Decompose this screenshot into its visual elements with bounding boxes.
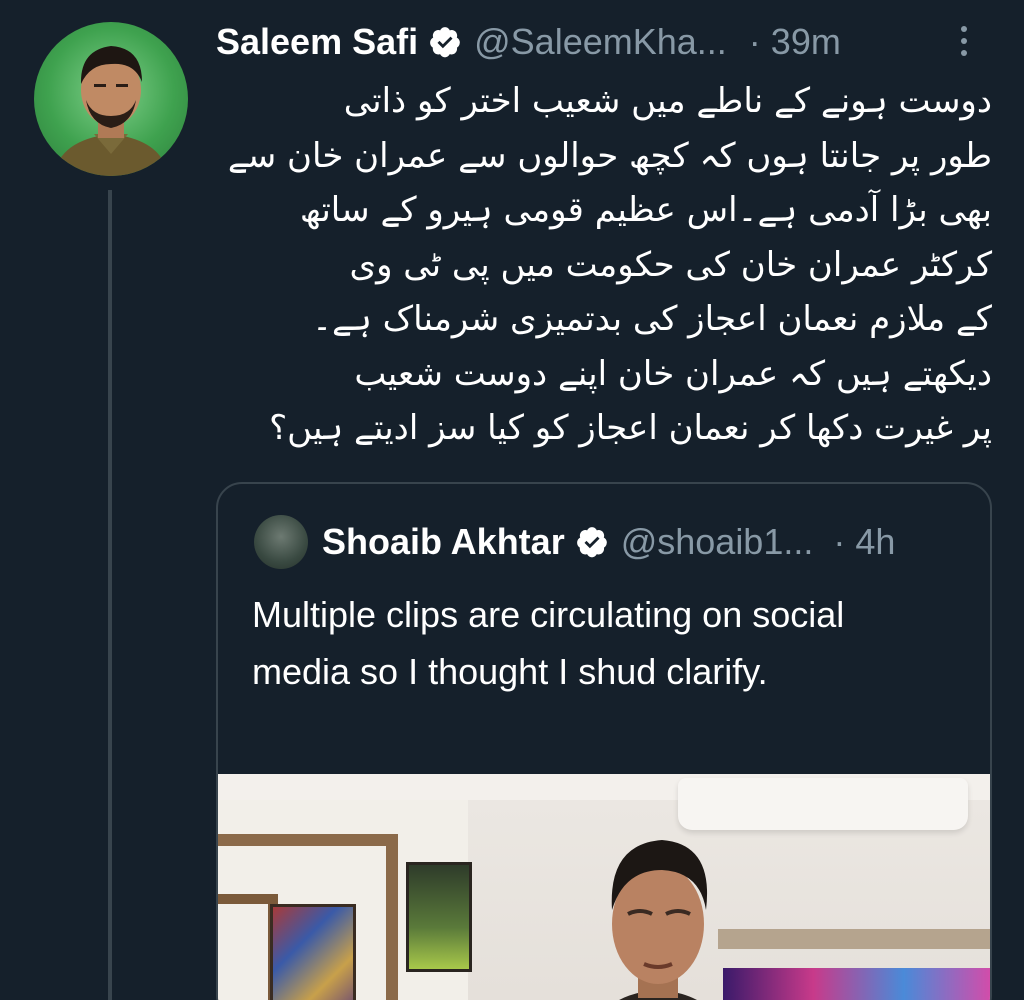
media-door-frame <box>218 894 278 1000</box>
media-wall-picture <box>270 904 356 1000</box>
video-thumbnail[interactable] <box>218 774 990 1000</box>
quoted-tweet-timestamp: 4h <box>855 521 896 562</box>
author-name[interactable]: Saleem Safi <box>216 21 418 63</box>
tweet-body-line: پر غیرت دکھا کر نعمان اعجاز کو کیا سز اد… <box>269 408 992 448</box>
verified-badge-icon <box>576 527 607 558</box>
tweet-body-line: کرکٹر عمران خان کی حکومت میں پی ٹی وی <box>349 244 992 285</box>
quoted-author-avatar <box>254 515 308 569</box>
author-handle[interactable]: @SaleemKha... <box>474 21 727 63</box>
tweet-body-line: دیکھتے ہیں کہ عمران خان اپنے دوست شعیب <box>354 353 992 394</box>
tweet-body-line: بھی بڑا آدمی ہے۔اس عظیم قومی ہیرو کے سات… <box>299 190 992 230</box>
time-separator: · <box>748 21 761 62</box>
quoted-author-name: Shoaib Akhtar <box>322 521 565 562</box>
quoted-tweet-text: Multiple clips are circulating on social… <box>252 594 845 692</box>
author-avatar[interactable] <box>34 22 188 176</box>
tweet-body: دوست ہونے کے ناطے میں شعیب اختر کو ذاتی … <box>227 74 992 456</box>
time-separator: · <box>833 521 846 562</box>
media-tv-screen <box>723 968 990 1000</box>
media-person <box>611 840 708 1000</box>
tweet-timestamp[interactable]: 39m <box>771 21 841 63</box>
quoted-author-handle: @shoaib1... <box>620 521 814 562</box>
media-shelf <box>718 929 990 949</box>
thread-line <box>108 190 112 1000</box>
verified-badge-icon <box>430 27 460 58</box>
tweet-body-line: کے ملازم نعمان اعجاز کی بدتمیزی شرمناک ہ… <box>312 299 992 339</box>
quoted-tweet-header: Shoaib Akhtar @shoaib1... · 4h <box>254 512 970 572</box>
media-poster <box>406 862 472 972</box>
tweet-body-line: دوست ہونے کے ناطے میں شعیب اختر کو ذاتی <box>343 81 992 121</box>
tweet-header: Saleem Safi @SaleemKha... · 39m <box>216 14 984 70</box>
quoted-tweet[interactable]: Shoaib Akhtar @shoaib1... · 4h Multiple … <box>216 482 992 1000</box>
tweet[interactable]: Saleem Safi @SaleemKha... · 39m دوست ہون… <box>0 0 1024 1000</box>
more-vertical-icon[interactable] <box>944 22 984 62</box>
tweet-body-line: طور پر جانتا ہوں کہ کچھ حوالوں سے عمران … <box>227 135 992 176</box>
